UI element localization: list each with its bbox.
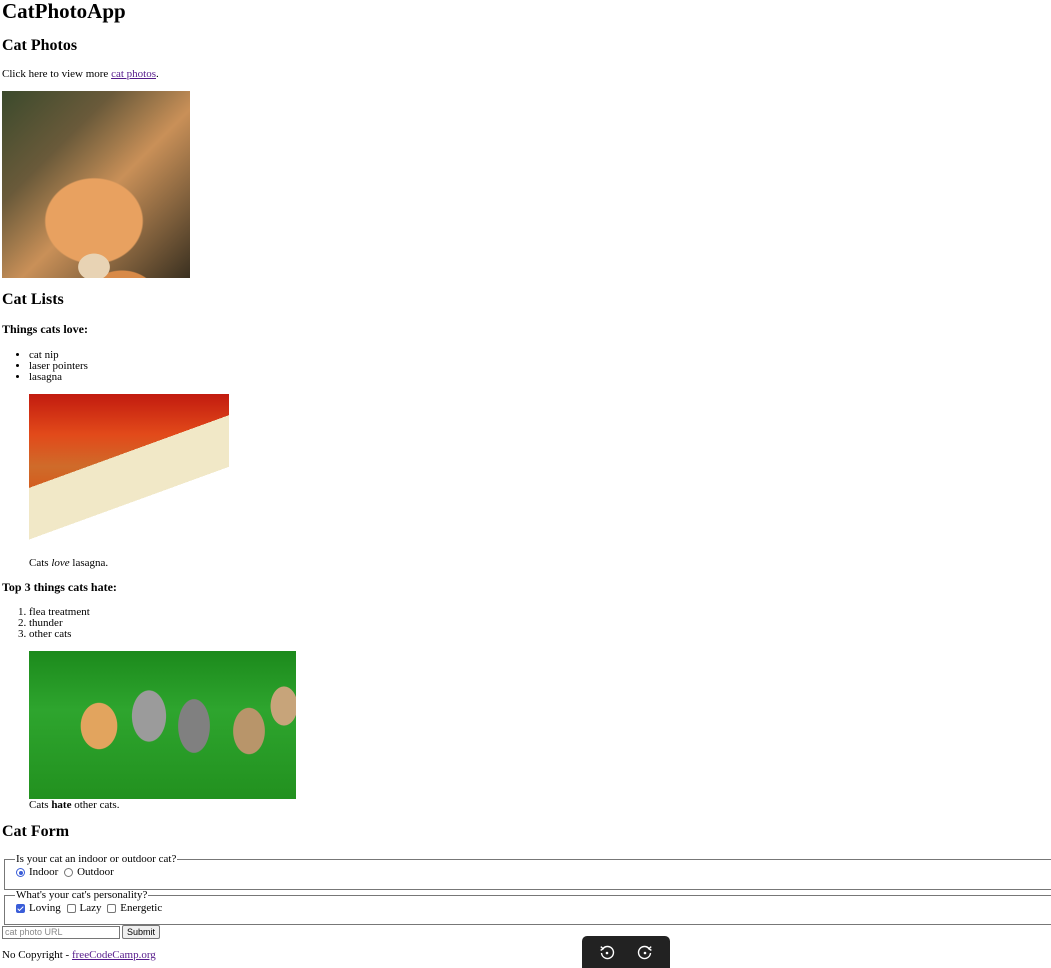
cat-photos-link[interactable]: cat photos: [111, 68, 156, 80]
indoor-radio[interactable]: [16, 868, 25, 877]
rotate-right-button[interactable]: [634, 941, 656, 963]
caption-suffix: lasagna.: [69, 557, 109, 569]
kittens-caption: Cats hate other cats.: [29, 799, 296, 812]
footer-prefix: No Copyright -: [2, 949, 72, 961]
outdoor-option[interactable]: Outdoor: [63, 866, 114, 879]
location-legend: Is your cat an indoor or outdoor cat?: [16, 853, 177, 865]
list-item: other cats: [29, 629, 90, 640]
caption-prefix: Cats: [29, 799, 52, 811]
hates-heading: Top 3 things cats hate:: [2, 580, 117, 594]
floating-toolbar: [582, 936, 670, 968]
caption-prefix: Cats: [29, 557, 52, 569]
caption-suffix: other cats.: [71, 799, 120, 811]
cat-photo-url-input[interactable]: [2, 925, 120, 939]
indoor-label: Indoor: [29, 866, 59, 878]
rotate-right-icon: [637, 945, 652, 960]
kittens-figure: Cats hate other cats.: [29, 651, 296, 812]
personality-legend: What's your cat's personality?: [16, 889, 148, 901]
caption-emphasis: love: [51, 557, 70, 569]
cat-lists-heading: Cat Lists: [2, 291, 64, 308]
loving-checkbox[interactable]: [16, 904, 25, 913]
lazy-checkbox[interactable]: [66, 904, 76, 913]
submit-button[interactable]: Submit: [122, 925, 161, 939]
cat-photos-heading: Cat Photos: [2, 37, 78, 54]
caption-strong: hate: [51, 799, 72, 811]
rotate-left-icon: [600, 945, 615, 960]
energetic-option[interactable]: Energetic: [106, 902, 162, 915]
outdoor-radio[interactable]: [64, 868, 74, 877]
lazy-label: Lazy: [79, 902, 102, 914]
loves-heading: Things cats love:: [2, 322, 89, 336]
kittens-image: [29, 651, 296, 799]
loving-label: Loving: [29, 902, 61, 914]
footer: No Copyright - freeCodeCamp.org: [2, 949, 156, 962]
url-row: Submit: [2, 925, 161, 939]
photos-intro: Click here to view more cat photos.: [2, 68, 159, 81]
outdoor-label: Outdoor: [77, 866, 114, 878]
lasagna-image: [29, 394, 229, 556]
cat-photo-image[interactable]: [2, 91, 190, 278]
photos-intro-suffix: .: [155, 68, 159, 80]
loving-option[interactable]: Loving: [15, 902, 61, 915]
energetic-checkbox[interactable]: [107, 904, 117, 913]
freecodecamp-link[interactable]: freeCodeCamp.org: [72, 949, 156, 961]
loves-list: cat nip laser pointers lasagna: [3, 350, 88, 383]
personality-fieldset: What's your cat's personality? Loving La…: [4, 889, 1051, 925]
list-item: lasagna: [29, 372, 88, 383]
app-title: CatPhotoApp: [2, 0, 126, 23]
hates-list: flea treatment thunder other cats: [3, 607, 90, 640]
photos-intro-prefix: Click here to view more: [2, 68, 112, 80]
lazy-option[interactable]: Lazy: [66, 902, 102, 915]
location-fieldset: Is your cat an indoor or outdoor cat? In…: [4, 853, 1051, 890]
energetic-label: Energetic: [120, 902, 163, 914]
rotate-left-button[interactable]: [596, 941, 618, 963]
lasagna-figure: Cats love lasagna.: [29, 394, 229, 570]
lasagna-caption: Cats love lasagna.: [29, 557, 229, 570]
page: CatPhotoApp Cat Photos Click here to vie…: [0, 0, 1051, 968]
indoor-option[interactable]: Indoor: [15, 866, 58, 879]
cat-form-heading: Cat Form: [2, 823, 70, 840]
